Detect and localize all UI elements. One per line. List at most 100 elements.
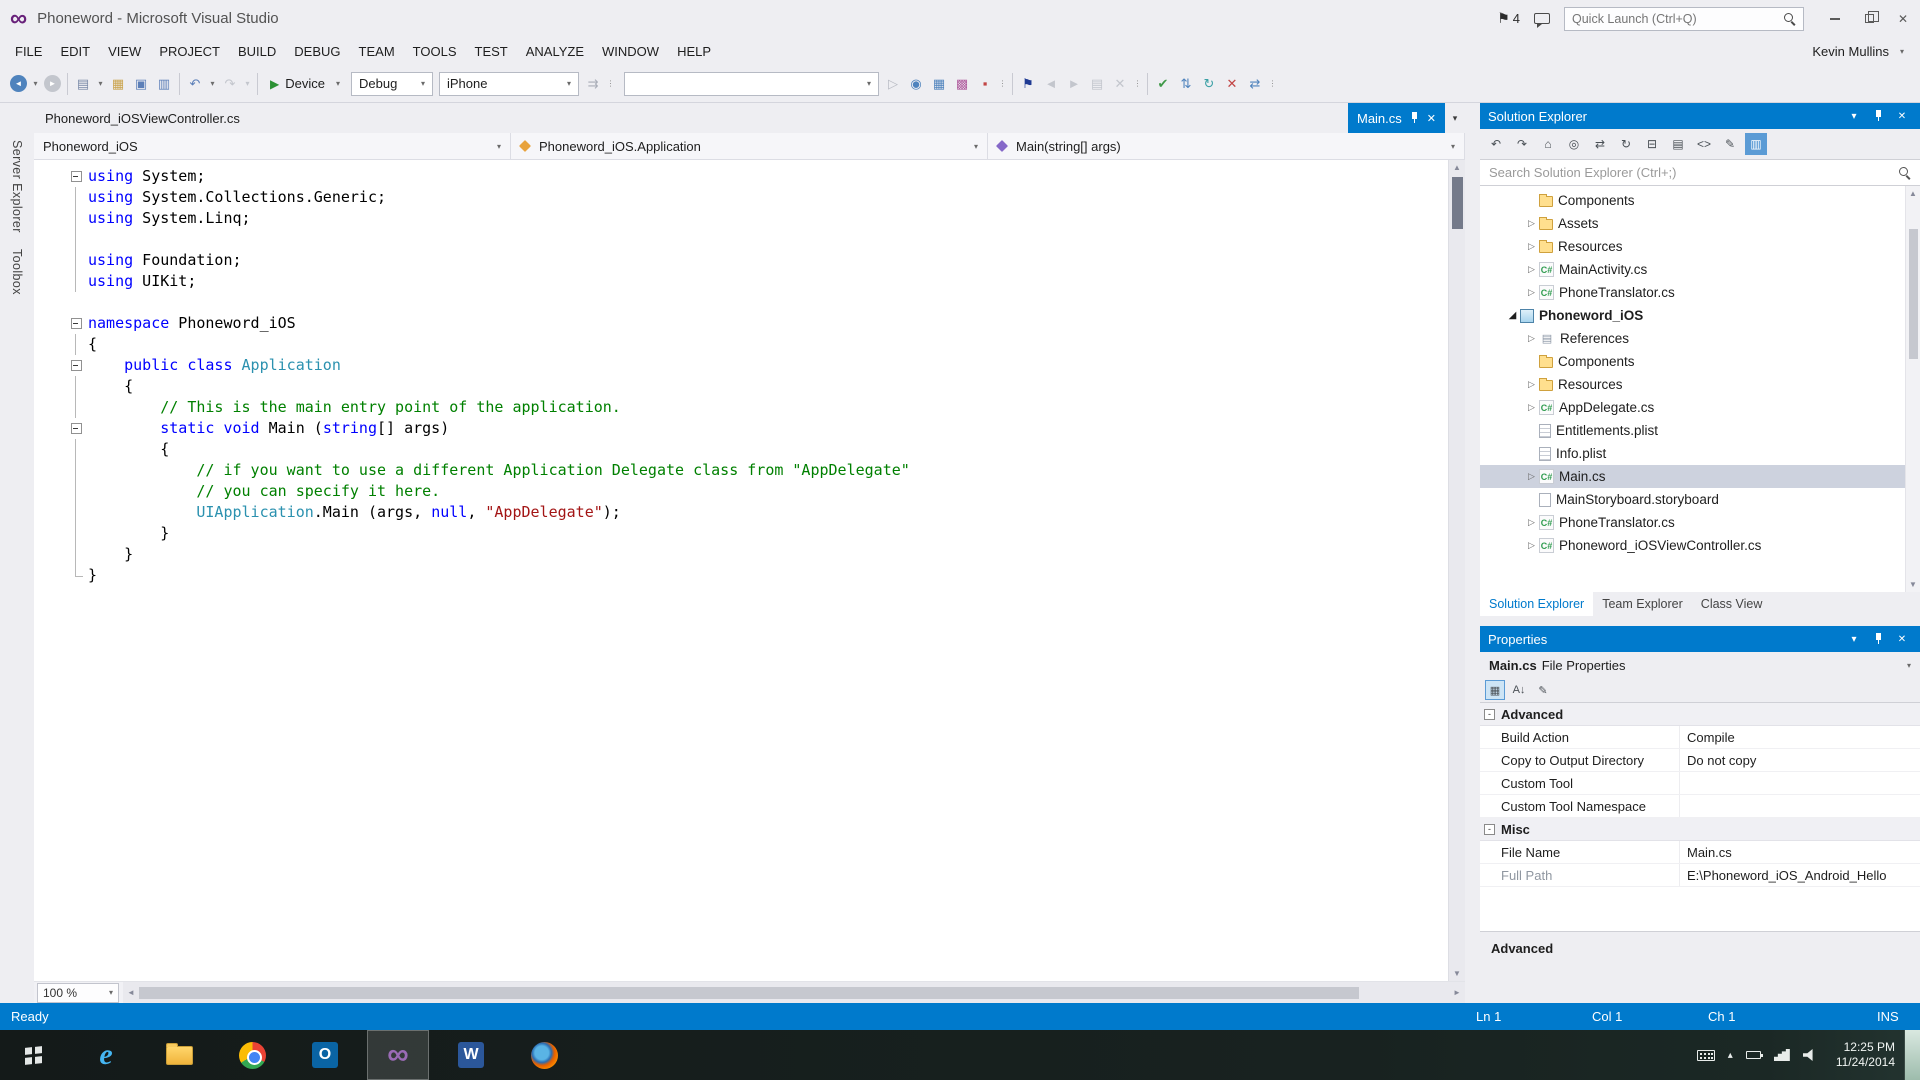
property-copy-to-output-directory[interactable]: Copy to Output Directory Do not copy [1480, 749, 1920, 772]
stop-icon[interactable]: ▪ [974, 73, 996, 95]
tree-scrollbar[interactable]: ▲ ▼ [1905, 186, 1920, 592]
panel-menu-icon[interactable]: ▾ [1844, 629, 1864, 649]
start-debugging-button[interactable]: ▶ Device ▾ [262, 71, 348, 97]
horizontal-scroll-thumb[interactable] [139, 986, 1359, 999]
scroll-left-icon[interactable]: ◄ [123, 985, 139, 1000]
tree-item-references[interactable]: ▷ ▤ References [1480, 327, 1920, 350]
fold-collapse-icon[interactable] [64, 166, 88, 187]
previous-bookmark-icon[interactable]: ◄ [1040, 73, 1062, 95]
property-value[interactable]: Compile [1680, 726, 1920, 748]
se-forward-icon[interactable]: ↷ [1511, 133, 1533, 155]
expand-arrow-icon[interactable]: ▷ [1524, 241, 1539, 252]
menu-view[interactable]: VIEW [99, 37, 150, 65]
zoom-dropdown[interactable]: 100 % ▾ [37, 982, 119, 1003]
visual-studio-button[interactable]: ∞ [367, 1030, 429, 1080]
find-next-icon[interactable]: ▷ [882, 73, 904, 95]
find-dropdown[interactable]: ▾ [624, 71, 879, 96]
tab-phoneword-iosviewcontroller-cs[interactable]: Phoneword_iOSViewController.cs [34, 103, 251, 133]
property-custom-tool-namespace[interactable]: Custom Tool Namespace [1480, 795, 1920, 818]
member-dropdown[interactable]: Main(string[] args) ▾ [988, 133, 1465, 159]
solution-configurations-dropdown[interactable]: Debug ▾ [351, 71, 433, 96]
source-control-check-icon[interactable]: ✔ [1152, 73, 1174, 95]
property-build-action[interactable]: Build Action Compile [1480, 726, 1920, 749]
expand-arrow-icon[interactable]: ▷ [1524, 540, 1539, 551]
show-desktop-button[interactable] [1904, 1030, 1920, 1080]
chrome-button[interactable] [221, 1030, 283, 1080]
tree-item-components[interactable]: Components [1480, 350, 1920, 373]
tree-item-appdelegate-cs[interactable]: ▷ C# AppDelegate.cs [1480, 396, 1920, 419]
document-list-dropdown[interactable]: ▾ [1445, 103, 1465, 133]
se-back-icon[interactable]: ↶ [1485, 133, 1507, 155]
history-overflow-icon[interactable]: ⋮ [1267, 73, 1278, 95]
se-show-all-files-icon[interactable]: ▤ [1667, 133, 1689, 155]
expand-arrow-icon[interactable]: ◢ [1505, 310, 1520, 321]
volume-icon[interactable] [1802, 1049, 1813, 1061]
tool-tab-solution-explorer[interactable]: Solution Explorer [1480, 592, 1594, 616]
clear-bookmarks-icon[interactable]: ✕ [1109, 73, 1131, 95]
close-icon[interactable]: ✕ [1892, 629, 1912, 649]
tree-item-components[interactable]: Components [1480, 189, 1920, 212]
internet-explorer-button[interactable]: e [75, 1030, 137, 1080]
se-view-code-icon[interactable]: <> [1693, 133, 1715, 155]
server-explorer-tab[interactable]: Server Explorer [10, 140, 24, 233]
property-pages-icon[interactable]: ✎ [1533, 680, 1553, 700]
network-icon[interactable] [1773, 1049, 1790, 1061]
save-icon[interactable]: ▣ [130, 73, 152, 95]
toolbox-tab[interactable]: Toolbox [10, 249, 24, 295]
se-refresh-icon[interactable]: ↻ [1615, 133, 1637, 155]
code-editor[interactable]: using System; using System.Collections.Ge… [34, 160, 1448, 981]
menu-test[interactable]: TEST [466, 37, 517, 65]
solution-explorer-search[interactable]: Search Solution Explorer (Ctrl+;) [1480, 159, 1920, 186]
fold-collapse-icon[interactable] [64, 313, 88, 334]
project-dropdown[interactable]: Phoneword_iOS ▾ [34, 133, 511, 159]
touch-keyboard-icon[interactable] [1696, 1049, 1715, 1061]
bookmark-icon[interactable]: ⚑ [1017, 73, 1039, 95]
tree-item-phonetranslator-cs[interactable]: ▷ C# PhoneTranslator.cs [1480, 511, 1920, 534]
user-menu[interactable]: Kevin Mullins ▾ [1812, 44, 1904, 59]
new-file-icon[interactable]: ▤ [72, 73, 94, 95]
notifications-button[interactable]: ⚑ 4 [1497, 10, 1520, 27]
data-table-icon[interactable]: ▩ [951, 73, 973, 95]
tree-item-main-cs[interactable]: ▷ C# Main.cs [1480, 465, 1920, 488]
menu-build[interactable]: BUILD [229, 37, 285, 65]
menu-project[interactable]: PROJECT [150, 37, 229, 65]
expand-arrow-icon[interactable]: ▷ [1524, 402, 1539, 413]
close-button[interactable]: ✕ [1886, 6, 1920, 31]
feedback-icon[interactable] [1534, 13, 1550, 28]
alphabetical-icon[interactable]: A↓ [1509, 680, 1529, 700]
info-icon[interactable]: ◉ [905, 73, 927, 95]
property-full-path[interactable]: Full Path E:\Phoneword_iOS_Android_Hello [1480, 864, 1920, 887]
close-icon[interactable]: ✕ [1892, 106, 1912, 126]
scroll-right-icon[interactable]: ► [1449, 985, 1465, 1000]
se-collapse-all-icon[interactable]: ⊟ [1641, 133, 1663, 155]
menu-debug[interactable]: DEBUG [285, 37, 349, 65]
restore-button[interactable] [1852, 6, 1886, 31]
property-value[interactable]: Main.cs [1680, 841, 1920, 863]
undo-icon[interactable]: ↶ [184, 73, 206, 95]
property-category-advanced[interactable]: - Advanced [1480, 703, 1920, 726]
menu-analyze[interactable]: ANALYZE [517, 37, 593, 65]
clock[interactable]: 12:25 PM 11/24/2014 [1831, 1040, 1900, 1070]
vertical-scroll-thumb[interactable] [1451, 177, 1463, 229]
editor-horizontal-scrollbar[interactable]: ◄ ► [123, 982, 1465, 1003]
property-value[interactable] [1680, 772, 1920, 794]
collapse-icon[interactable]: - [1484, 708, 1495, 720]
expand-arrow-icon[interactable]: ▷ [1524, 517, 1539, 528]
categorized-icon[interactable]: ▦ [1485, 680, 1505, 700]
bookmark-folder-icon[interactable]: ▤ [1086, 73, 1108, 95]
file-explorer-button[interactable] [148, 1030, 210, 1080]
se-sync-with-active-document-icon[interactable]: ⇄ [1589, 133, 1611, 155]
outlook-button[interactable]: O [294, 1030, 356, 1080]
solution-platforms-dropdown[interactable]: iPhone ▾ [439, 71, 579, 96]
group-overflow-icon[interactable]: ⋮ [997, 73, 1008, 95]
power-icon[interactable] [1745, 1051, 1763, 1059]
pin-icon[interactable] [1410, 112, 1419, 124]
menu-tools[interactable]: TOOLS [404, 37, 466, 65]
close-tab-icon[interactable]: ✕ [1427, 112, 1436, 125]
tab-main-cs-preview[interactable]: Main.cs ✕ [1347, 103, 1445, 133]
properties-object-dropdown[interactable]: Main.cs File Properties ▾ [1480, 652, 1920, 678]
panel-splitter[interactable] [1480, 616, 1920, 626]
pin-icon[interactable] [1868, 106, 1888, 126]
expand-arrow-icon[interactable]: ▷ [1524, 333, 1539, 344]
panel-menu-icon[interactable]: ▾ [1844, 106, 1864, 126]
